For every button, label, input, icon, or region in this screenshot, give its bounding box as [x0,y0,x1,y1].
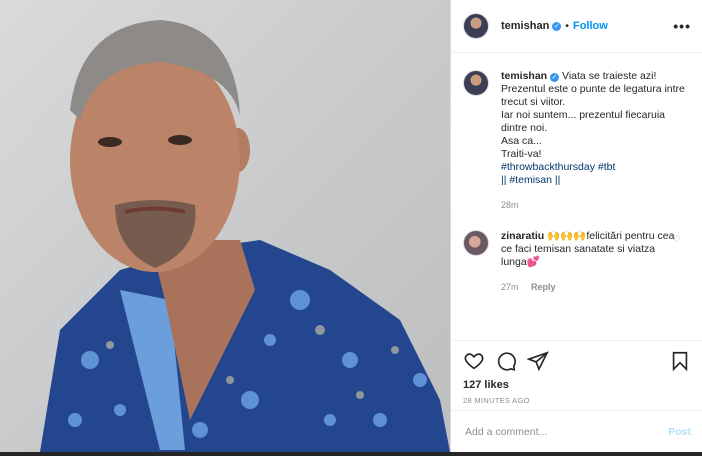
post-actions: 127 likes 28 MINUTES AGO [451,340,702,405]
comment-bubble-icon[interactable] [495,350,517,372]
separator-dot: • [565,20,569,32]
add-comment-bar: Post [451,410,702,452]
comment-item: zinaratiu 🙌🙌🙌felicitări pentru cea ce fa… [463,230,691,294]
comment-time[interactable]: 27m [501,282,519,292]
more-options-icon[interactable]: ••• [673,18,691,34]
caption-line: Iar noi suntem... prezentul fiecaruia di… [501,109,666,134]
like-heart-icon[interactable] [463,350,485,372]
verified-icon: ✓ [552,21,562,31]
post-side-panel: temishan ✓ • Follow ••• temishan ✓ Viata … [450,0,702,452]
likes-count[interactable]: 127 likes [463,379,691,391]
like-comment-heart-icon[interactable]: ♡ [673,234,681,245]
caption-line: Viata se traieste azi! [562,70,657,82]
caption-line: Asa ca... [501,135,542,147]
caption-username[interactable]: temishan [501,70,547,82]
share-paper-plane-icon[interactable] [527,350,549,372]
caption-line: Traiti-va! [501,148,542,160]
caption-line: Prezentul este o punte de legatura intre… [501,83,685,108]
post-header: temishan ✓ • Follow ••• [451,0,702,53]
post-photo[interactable] [0,0,450,452]
caption-time[interactable]: 28m [501,200,519,210]
post-comment-button[interactable]: Post [668,426,691,438]
caption-avatar[interactable] [463,70,489,96]
comments-section: temishan ✓ Viata se traieste azi! Prezent… [451,54,702,339]
bookmark-icon[interactable] [669,350,691,372]
caption-handle-line[interactable]: || #temisan || [501,174,691,187]
comment-emoji: 🙌🙌🙌 [547,230,587,242]
caption: temishan ✓ Viata se traieste azi! Prezent… [463,70,691,212]
verified-icon: ✓ [550,73,560,82]
author-avatar[interactable] [463,13,489,39]
reply-button[interactable]: Reply [531,282,556,292]
caption-hashtags[interactable]: #throwbackthursday #tbt [501,161,691,174]
add-comment-input[interactable] [463,424,669,439]
instagram-post-view: temishan ✓ • Follow ••• temishan ✓ Viata … [0,0,702,456]
author-username[interactable]: temishan [501,20,549,32]
commenter-avatar[interactable] [463,230,489,256]
commenter-username[interactable]: zinaratiu [501,230,544,242]
follow-button[interactable]: Follow [573,20,608,32]
post-timestamp[interactable]: 28 MINUTES AGO [463,396,691,405]
background-strip [0,452,702,456]
